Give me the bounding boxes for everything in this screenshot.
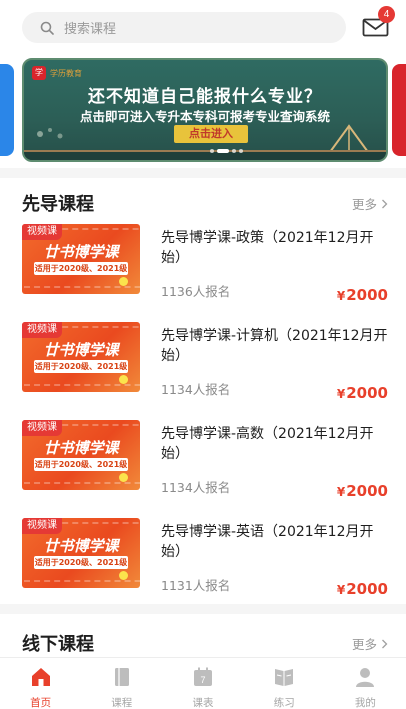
nav-label: 课程 <box>111 697 133 709</box>
section-divider <box>0 604 406 614</box>
chevron-right-icon <box>382 199 388 208</box>
calendar-icon: 7 <box>192 666 214 692</box>
course-card[interactable]: 视频课 廿书博学课 适用于2020级、2021级 先导博学课-政策（2021年12月开… <box>0 224 406 318</box>
section-header-offline: 线下课程 更多 <box>0 624 406 660</box>
enrollment-count: 1134人报名 <box>161 382 231 397</box>
more-label: 更多 <box>351 637 377 652</box>
thumbnail-subtitle: 适用于2020级、2021级 <box>34 458 128 471</box>
logo-mark: 学 <box>32 66 46 80</box>
course-title: 先导博学课-政策（2021年12月开始） <box>161 230 374 266</box>
course-thumbnail: 视频课廿书博学课 适用于2020级、2021级 <box>22 322 140 392</box>
nav-practice[interactable]: 练习 <box>244 658 325 709</box>
carousel-dot <box>232 149 236 153</box>
search-icon <box>40 21 54 35</box>
enrollment-count: 1131人报名 <box>161 578 231 593</box>
banner-slide[interactable]: 学 学历教育 还不知道自己能报什么专业？ 点击即可进入专升本专科可报考专业查询系… <box>22 58 388 162</box>
section-title: 线下课程 <box>22 634 94 655</box>
enrollment-count: 1134人报名 <box>161 480 231 495</box>
course-thumbnail: 视频课廿书博学课 适用于2020级、2021级 <box>22 224 140 294</box>
chalk-ledge <box>24 150 386 160</box>
search-placeholder: 搜索课程 <box>64 22 117 37</box>
nav-courses[interactable]: 课程 <box>81 658 162 709</box>
currency-symbol: ¥ <box>336 583 346 597</box>
more-link[interactable]: 更多 <box>352 194 388 213</box>
book-icon <box>111 666 133 692</box>
banner-cta-button[interactable]: 点击进入 <box>174 125 248 143</box>
video-course-tag: 视频课 <box>22 224 62 240</box>
chevron-right-icon <box>382 639 388 648</box>
course-price: ¥2000 <box>337 384 388 402</box>
price-value: 2000 <box>346 482 388 500</box>
enrollment-count: 1136人报名 <box>161 284 231 299</box>
thumbnail-title: 廿书博学课 <box>43 243 119 261</box>
price-value: 2000 <box>346 580 388 598</box>
carousel-dot <box>210 149 214 153</box>
sticker-dot-icon <box>119 571 128 580</box>
next-banner-peek[interactable] <box>392 64 406 156</box>
notification-badge: 4 <box>378 6 395 23</box>
carousel-dot-active <box>217 149 229 153</box>
nav-label: 首页 <box>30 697 52 709</box>
banner-carousel[interactable]: 学 学历教育 还不知道自己能报什么专业？ 点击即可进入专升本专科可报考专业查询系… <box>0 58 406 162</box>
section-divider <box>0 168 406 178</box>
search-input[interactable]: 搜索课程 <box>22 12 346 43</box>
currency-symbol: ¥ <box>336 289 346 303</box>
video-course-tag: 视频课 <box>22 518 62 534</box>
course-title: 先导博学课-计算机（2021年12月开始） <box>161 328 388 364</box>
thumbnail-title: 廿书博学课 <box>43 439 119 457</box>
banner-headline: 还不知道自己能报什么专业？ <box>88 87 322 107</box>
carousel-indicator <box>210 149 243 153</box>
banner-logo-text: 学历教育 <box>50 68 82 78</box>
course-title: 先导博学课-高数（2021年12月开始） <box>161 426 374 462</box>
banner-subline: 点击即可进入专升本专科可报考专业查询系统 <box>79 109 330 124</box>
price-value: 2000 <box>346 286 388 304</box>
currency-symbol: ¥ <box>336 387 346 401</box>
prev-banner-peek[interactable] <box>0 64 14 156</box>
course-thumbnail: 视频课廿书博学课 适用于2020级、2021级 <box>22 420 140 490</box>
more-label: 更多 <box>351 197 377 212</box>
course-card[interactable]: 视频课 廿书博学课 适用于2020级、2021级 先导博学课-高数（2021年12月开… <box>0 420 406 514</box>
sticker-dot-icon <box>119 277 128 286</box>
section-title: 先导课程 <box>22 194 94 215</box>
top-bar: 搜索课程 4 <box>0 0 406 54</box>
sticker-dot-icon <box>119 473 128 482</box>
thumbnail-subtitle: 适用于2020级、2021级 <box>34 556 128 569</box>
bottom-nav: 首页 课程 7 课表 练习 我的 <box>0 657 406 709</box>
course-card[interactable]: 视频课 廿书博学课 适用于2020级、2021级 先导博学课-英语（2021年12月开… <box>0 518 406 612</box>
nav-home[interactable]: 首页 <box>0 658 81 709</box>
user-icon <box>354 666 376 692</box>
course-card[interactable]: 视频课 廿书博学课 适用于2020级、2021级 先导博学课-计算机（2021年12月… <box>0 322 406 416</box>
banner-logo: 学 学历教育 <box>32 65 82 81</box>
more-link[interactable]: 更多 <box>352 634 388 653</box>
thumbnail-subtitle: 适用于2020级、2021级 <box>34 360 128 373</box>
sticker-dot-icon <box>119 375 128 384</box>
course-thumbnail: 视频课廿书博学课 适用于2020级、2021级 <box>22 518 140 588</box>
nav-profile[interactable]: 我的 <box>325 658 406 709</box>
nav-label: 课表 <box>192 697 214 709</box>
section-header-leading: 先导课程 更多 <box>0 184 406 220</box>
video-course-tag: 视频课 <box>22 420 62 436</box>
video-course-tag: 视频课 <box>22 322 62 338</box>
thumbnail-title: 廿书博学课 <box>43 537 119 555</box>
exercise-book-icon <box>273 666 295 692</box>
course-price: ¥2000 <box>337 286 388 304</box>
home-icon <box>30 666 52 692</box>
chalkboard-decoration-icon <box>37 128 63 139</box>
price-value: 2000 <box>346 384 388 402</box>
thumbnail-title: 廿书博学课 <box>43 341 119 359</box>
course-title: 先导博学课-英语（2021年12月开始） <box>161 524 374 560</box>
currency-symbol: ¥ <box>336 485 346 499</box>
nav-label: 我的 <box>354 697 376 709</box>
thumbnail-subtitle: 适用于2020级、2021级 <box>34 262 128 275</box>
svg-text:7: 7 <box>200 675 205 685</box>
carousel-dot <box>239 149 243 153</box>
nav-schedule[interactable]: 7 课表 <box>162 658 243 709</box>
course-price: ¥2000 <box>337 482 388 500</box>
nav-label: 练习 <box>273 697 295 709</box>
course-price: ¥2000 <box>337 580 388 598</box>
